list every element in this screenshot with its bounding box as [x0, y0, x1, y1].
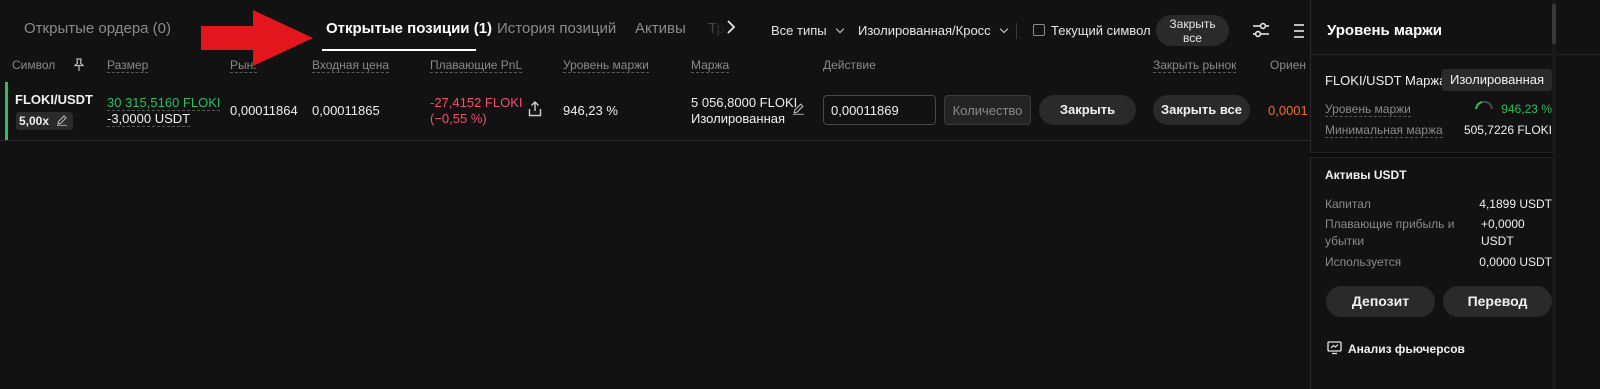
type-filter-dropdown[interactable]: Все типы	[771, 23, 844, 38]
sliders-icon[interactable]	[1251, 20, 1271, 40]
close-position-button[interactable]: Закрыть	[1039, 95, 1136, 125]
edit-icon[interactable]	[56, 114, 68, 126]
position-size-base: 30 315,5160 FLOKI	[107, 95, 221, 111]
position-size-quote: -3,0000 USDT	[107, 111, 191, 127]
used-label: Используется	[1325, 255, 1402, 269]
scrollbar-track[interactable]	[1552, 0, 1556, 389]
col-margin[interactable]: Маржа	[691, 58, 730, 73]
active-tab-indicator	[322, 49, 476, 51]
table-header: Символ Размер Рын. Входная цена Плавающи…	[0, 58, 1310, 76]
tab-position-history[interactable]: История позиций	[497, 20, 616, 37]
margin-value: 5 056,8000 FLOKI	[691, 95, 798, 110]
capital-label: Капитал	[1325, 197, 1371, 211]
close-price-input[interactable]	[823, 95, 936, 125]
margin-level-readout: 946,23 %	[1501, 102, 1552, 116]
pnl-percent: (−0,55 %)	[430, 111, 487, 126]
tab-open-positions[interactable]: Открытые позиции (1)	[326, 20, 492, 37]
chevron-down-icon	[835, 24, 844, 34]
col-close-market[interactable]: Закрыть рынок	[1153, 58, 1237, 73]
pair-margin-label: FLOKI/USDT Маржа	[1325, 73, 1447, 88]
capital-value: 4,1899 USDT	[1479, 197, 1552, 211]
chevron-down-icon	[999, 24, 1008, 34]
floating-pnl-label-1: Плавающие прибыль и	[1325, 217, 1455, 231]
deposit-button[interactable]: Депозит	[1326, 286, 1435, 317]
transfer-button[interactable]: Перевод	[1443, 286, 1552, 317]
close-all-label-line1: Закрыть	[1169, 17, 1216, 31]
close-all-market-button[interactable]: Закрыть все	[1153, 95, 1250, 125]
scrollbar-thumb[interactable]	[1552, 4, 1556, 44]
margin-panel-title: Уровень маржи	[1327, 22, 1442, 39]
filter-divider	[1016, 23, 1017, 39]
col-margin-level[interactable]: Уровень маржи	[563, 58, 649, 73]
col-entry-price[interactable]: Входная цена	[312, 58, 389, 73]
entry-price: 0,00011865	[312, 103, 380, 118]
assets-title: Активы USDT	[1325, 168, 1407, 182]
position-symbol[interactable]: FLOKI/USDT	[15, 92, 93, 107]
chevron-right-icon[interactable]	[726, 20, 736, 34]
close-all-label-line2: все	[1183, 31, 1202, 45]
current-symbol-label: Текущий символ	[1051, 23, 1151, 38]
table-row: FLOKI/USDT 5,00x 30 315,5160 FLOKI -3,00…	[0, 82, 1310, 140]
pin-icon[interactable]	[72, 58, 86, 72]
margin-mode-label: Изолированная/Кросс	[858, 23, 991, 38]
type-filter-label: Все типы	[771, 23, 827, 38]
col-size[interactable]: Размер	[107, 58, 149, 73]
col-floating-pnl[interactable]: Плавающие PnL	[430, 58, 523, 73]
margin-mode-dropdown[interactable]: Изолированная/Кросс	[858, 23, 1008, 38]
panel-header-divider	[1310, 54, 1600, 55]
floating-pnl-value-1: +0,0000	[1481, 217, 1525, 231]
tab-bar: Открытые ордера (0) Открытые позиции (1)…	[0, 0, 1310, 66]
share-icon[interactable]	[528, 101, 542, 117]
col-symbol: Символ	[12, 58, 56, 72]
margin-mode: Изолированная	[691, 111, 786, 126]
col-market[interactable]: Рын.	[230, 58, 257, 73]
used-value: 0,0000 USDT	[1479, 255, 1552, 269]
pnl-value: -27,4152 FLOKI	[430, 95, 523, 110]
orient-value: 0,0001	[1268, 103, 1308, 118]
checkbox-icon[interactable]	[1033, 24, 1045, 36]
col-orient: Ориен	[1270, 58, 1307, 72]
leverage-value: 5,00x	[19, 114, 50, 128]
positions-panel: Открытые ордера (0) Открытые позиции (1)…	[0, 0, 1310, 389]
min-margin-label[interactable]: Минимальная маржа	[1325, 123, 1443, 138]
market-price: 0,00011864	[230, 103, 298, 118]
row-divider	[0, 140, 1310, 141]
current-symbol-checkbox[interactable]: Текущий символ	[1033, 23, 1151, 38]
futures-analysis-link[interactable]: Анализ фьючерсов	[1348, 342, 1465, 356]
close-all-button[interactable]: Закрыть все	[1156, 15, 1229, 46]
margin-level-value: 946,23 %	[563, 103, 618, 118]
chart-monitor-icon[interactable]	[1327, 341, 1342, 355]
margin-level-label[interactable]: Уровень маржи	[1325, 102, 1411, 117]
section-divider	[1310, 152, 1553, 158]
isolated-mode-badge: Изолированная	[1442, 69, 1553, 91]
gauge-icon	[1475, 100, 1493, 110]
menu-icon[interactable]	[1294, 22, 1304, 40]
long-side-indicator	[5, 82, 8, 140]
quantity-input[interactable]	[944, 95, 1031, 125]
tab-assets[interactable]: Активы	[635, 20, 686, 37]
min-margin-value: 505,7226 FLOKI	[1463, 123, 1552, 137]
tab-fade	[690, 14, 745, 48]
leverage-badge[interactable]: 5,00x	[16, 112, 73, 130]
col-action: Действие	[823, 58, 876, 72]
floating-pnl-label-2: убытки	[1325, 234, 1365, 248]
edit-icon[interactable]	[792, 102, 805, 115]
margin-panel: Уровень маржи	[1310, 0, 1600, 389]
tab-open-orders[interactable]: Открытые ордера (0)	[24, 20, 171, 37]
floating-pnl-value-2: USDT	[1481, 234, 1514, 248]
